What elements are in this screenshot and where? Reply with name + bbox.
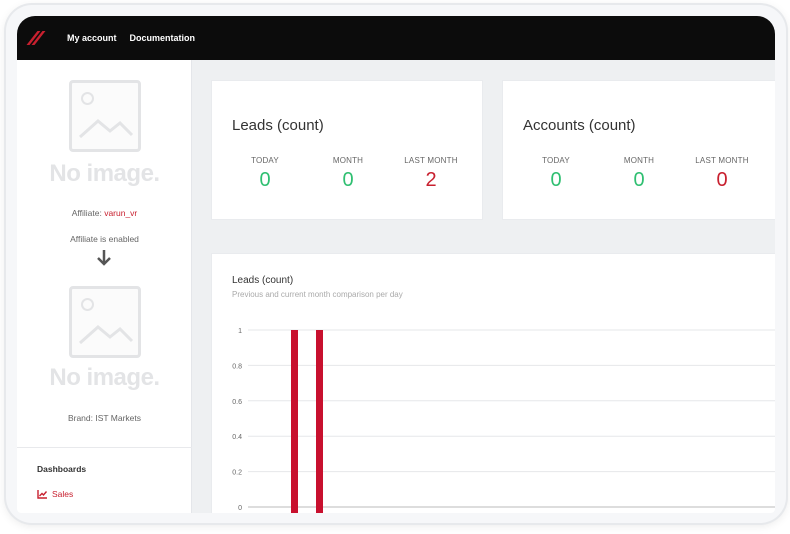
stat-value: 0 <box>550 169 562 191</box>
sidebar: No image. Affiliate: varun_vr Affiliate … <box>17 60 192 513</box>
leads-count-card: Leads (count) TODAY 0 MONTH 0 LAST MONTH… <box>211 80 483 220</box>
sidebar-divider <box>17 447 192 448</box>
card-title: Leads (count) <box>232 117 324 134</box>
stat-value: 0 <box>633 169 645 191</box>
y-tick-label: 0.4 <box>232 434 242 441</box>
nav-documentation[interactable]: Documentation <box>130 33 196 43</box>
brand-image-placeholder-icon <box>69 286 141 358</box>
stat-label: LAST MONTH <box>404 156 458 165</box>
y-tick-label: 0 <box>238 505 242 512</box>
chart-bar[interactable] <box>316 330 323 513</box>
sidebar-section-heading: Dashboards <box>37 464 87 474</box>
stat-month: MONTH 0 <box>599 156 679 192</box>
y-tick-label: 1 <box>238 328 242 335</box>
stat-value: 0 <box>259 169 271 191</box>
affiliate-info: Affiliate: varun_vr <box>17 208 192 218</box>
accounts-count-card: Accounts (count) TODAY 0 MONTH 0 LAST MO… <box>502 80 775 220</box>
stat-last-month: LAST MONTH 2 <box>391 156 471 192</box>
chart-bar[interactable] <box>291 330 298 513</box>
line-chart-icon <box>37 489 48 499</box>
affiliate-status: Affiliate is enabled <box>70 234 139 244</box>
stat-today: TODAY 0 <box>225 156 305 192</box>
card-title: Accounts (count) <box>523 117 636 134</box>
arrow-down-icon <box>97 250 111 266</box>
sidebar-item-label: Sales <box>52 489 74 499</box>
affiliate-image-placeholder-icon <box>69 80 141 152</box>
stat-label: TODAY <box>542 156 570 165</box>
y-tick-label: 0.2 <box>232 470 242 477</box>
leads-chart-card: Leads (count) Previous and current month… <box>211 253 775 513</box>
nav-my-account[interactable]: My account <box>67 33 117 43</box>
stat-value: 0 <box>342 169 354 191</box>
affiliate-name[interactable]: varun_vr <box>104 208 137 218</box>
stat-label: TODAY <box>251 156 279 165</box>
device-frame: My account Documentation No image. Affil… <box>6 5 786 523</box>
sidebar-item-sales[interactable]: Sales <box>37 489 73 499</box>
stat-last-month: LAST MONTH 0 <box>682 156 762 192</box>
leads-bar-chart: 1 0.8 0.6 0.4 0.2 0 <box>232 328 775 513</box>
stat-label: MONTH <box>623 156 655 165</box>
stat-label: LAST MONTH <box>695 156 749 165</box>
affiliate-label: Affiliate: <box>71 208 102 218</box>
brand-no-image-text: No image. <box>49 364 160 391</box>
brand-logo-icon[interactable] <box>26 31 46 45</box>
stat-today: TODAY 0 <box>516 156 596 192</box>
stat-value: 2 <box>425 169 437 191</box>
app-screen: My account Documentation No image. Affil… <box>17 16 775 513</box>
top-navbar: My account Documentation <box>17 16 775 60</box>
brand-text: Brand: IST Markets <box>67 413 142 423</box>
stat-value: 0 <box>716 169 728 191</box>
stat-month: MONTH 0 <box>308 156 388 192</box>
y-tick-label: 0.6 <box>232 399 242 406</box>
affiliate-no-image-text: No image. <box>49 160 160 187</box>
stat-label: MONTH <box>332 156 364 165</box>
y-tick-label: 0.8 <box>232 363 242 370</box>
